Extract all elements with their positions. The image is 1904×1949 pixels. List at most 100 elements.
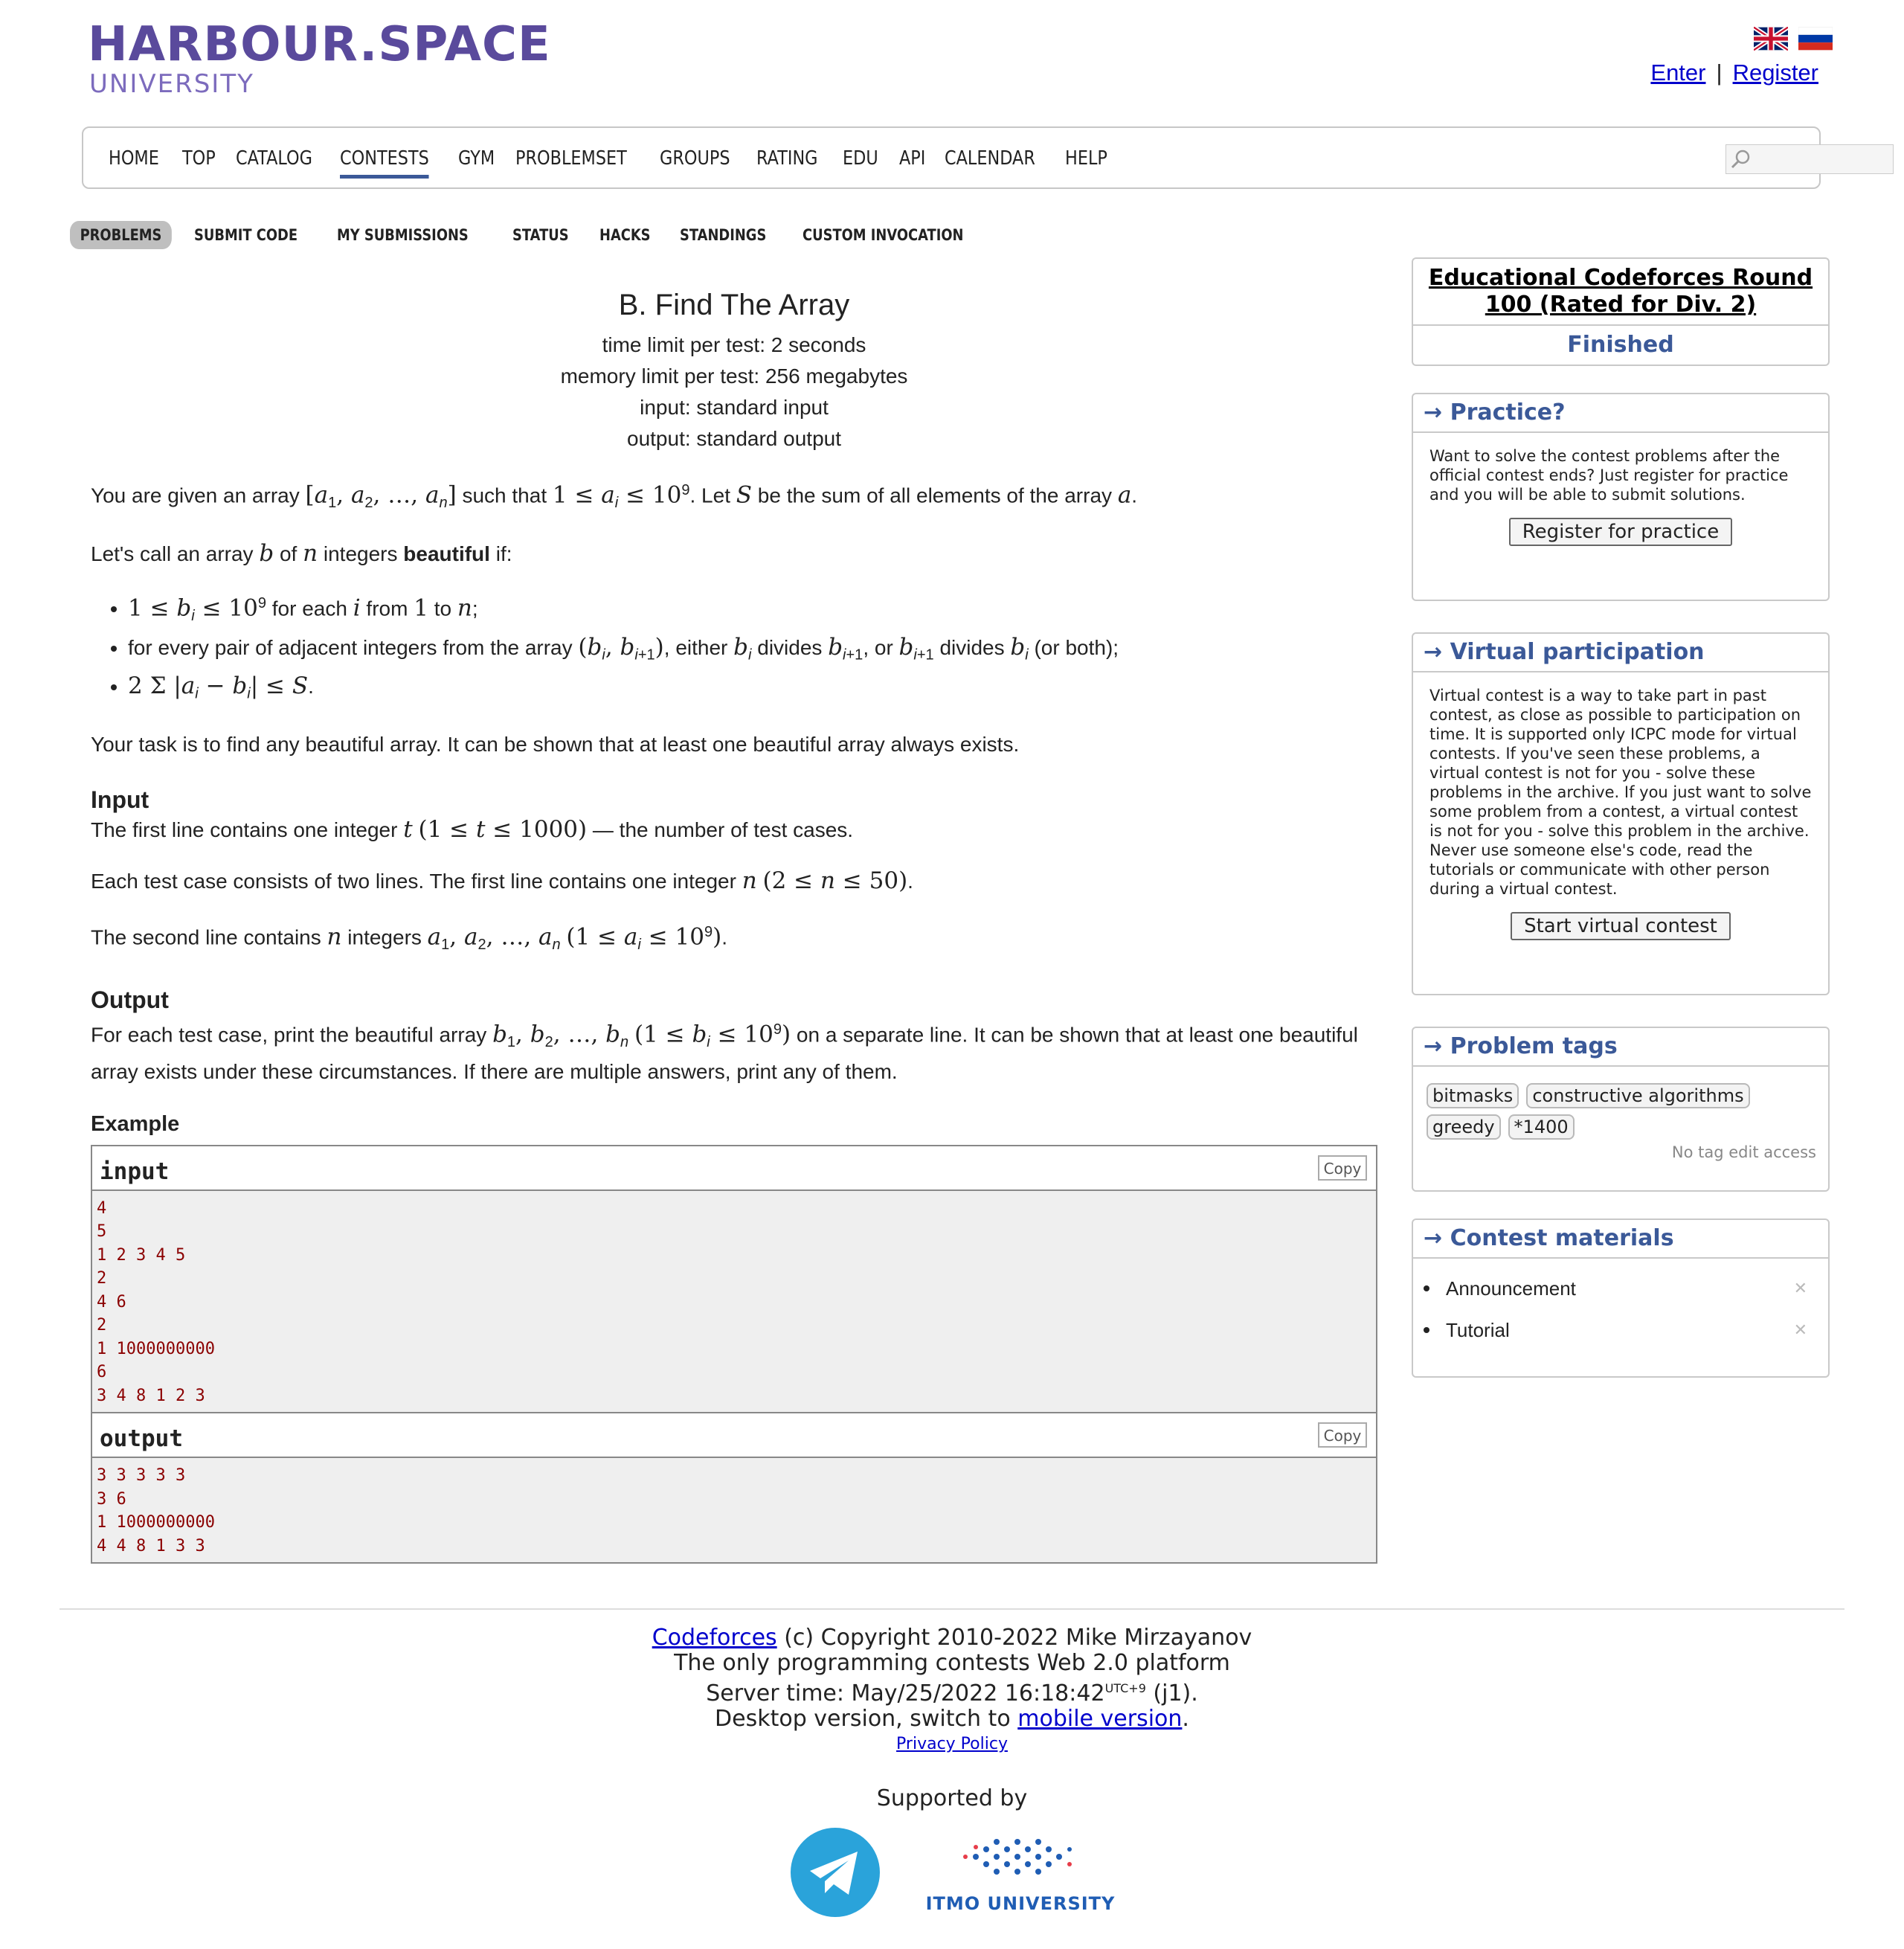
material-announcement[interactable]: Announcement ✕ [1413, 1268, 1828, 1309]
legend-paragraph-2: Let's call an array b of n integers beau… [91, 539, 512, 567]
nav-problemset[interactable]: PROBLEMSET [515, 147, 627, 170]
input-line-3: The second line contains n integers a1, … [91, 923, 728, 953]
mobile-version-link[interactable]: mobile version [1017, 1706, 1182, 1732]
virtual-text: Virtual contest is a way to take part in… [1429, 687, 1812, 898]
tags-list: bitmasks constructive algorithms greedy … [1427, 1083, 1754, 1140]
close-icon: ✕ [1793, 1320, 1807, 1339]
nav-rating[interactable]: RATING [756, 147, 818, 170]
contest-status: Finished [1567, 332, 1674, 358]
nav-calendar[interactable]: CALENDAR [945, 147, 1035, 170]
contest-info-box: Educational Codeforces Round 100 (Rated … [1412, 257, 1830, 366]
logo-sub: UNIVERSITY [89, 69, 254, 99]
footer-privacy: Privacy Policy [0, 1732, 1904, 1757]
virtual-box: → Virtual participation Virtual contest … [1412, 632, 1830, 995]
nav-api[interactable]: API [899, 147, 925, 170]
sample-output-header: output Copy [92, 1412, 1376, 1459]
supported-by: Supported by ITMO UNIVERSITY [0, 1785, 1904, 1919]
virtual-title: → Virtual participation [1413, 634, 1828, 672]
practice-text: Want to solve the contest problems after… [1429, 447, 1789, 504]
problem-title: B. Find The Array [618, 289, 850, 321]
footer-divider [60, 1608, 1844, 1610]
tab-standings[interactable]: STANDINGS [680, 226, 766, 244]
practice-body: Want to solve the contest problems after… [1413, 433, 1828, 559]
input-spec: input: standard input [640, 396, 829, 419]
copy-output-button[interactable]: Copy [1318, 1422, 1367, 1448]
telegram-logo-icon[interactable] [789, 1826, 881, 1919]
condition-2: for every pair of adjacent integers from… [128, 632, 1377, 670]
problem-limits: time limit per test: 2 seconds memory li… [91, 330, 1377, 455]
conditions-list: 1 ≤ bi ≤ 109 for each i from 1 to n; for… [91, 588, 1377, 709]
tab-my-submissions[interactable]: MY SUBMISSIONS [337, 226, 469, 244]
privacy-policy-link[interactable]: Privacy Policy [896, 1735, 1008, 1753]
tag-constructive[interactable]: constructive algorithms [1526, 1083, 1750, 1108]
time-limit: time limit per test: 2 seconds [602, 333, 866, 356]
problem-tabs: PROBLEMS SUBMIT CODE MY SUBMISSIONS STAT… [70, 220, 1013, 250]
tag-bitmasks[interactable]: bitmasks [1427, 1083, 1519, 1108]
tab-status[interactable]: STATUS [512, 226, 569, 244]
sponsor-logos: ITMO UNIVERSITY [0, 1826, 1904, 1919]
nav-top[interactable]: TOP [182, 147, 216, 170]
codeforces-link[interactable]: Codeforces [652, 1625, 777, 1651]
sample-input-label: input [100, 1157, 170, 1185]
condition-3: 2 Σ |ai − bi| ≤ S. [128, 671, 1377, 709]
uk-flag-icon[interactable] [1754, 27, 1788, 51]
footer-copyright-line: Codeforces (c) Copyright 2010-2022 Mike … [652, 1625, 1252, 1651]
start-virtual-button[interactable]: Start virtual contest [1511, 912, 1731, 940]
copy-input-button[interactable]: Copy [1318, 1155, 1367, 1181]
contest-name-link[interactable]: Educational Codeforces Round 100 (Rated … [1429, 265, 1813, 318]
enter-link[interactable]: Enter [1650, 60, 1705, 86]
practice-title: → Practice? [1413, 394, 1828, 433]
legend-paragraph-1: You are given an array [a1, a2, …, an] s… [91, 481, 1138, 511]
search-input[interactable] [1726, 144, 1894, 174]
nav-catalog[interactable]: CATALOG [236, 147, 312, 170]
itmo-logo[interactable]: ITMO UNIVERSITY [926, 1831, 1116, 1914]
close-icon: ✕ [1793, 1279, 1807, 1297]
materials-box: → Contest materials Announcement ✕ Tutori… [1412, 1218, 1830, 1378]
nav-contests[interactable]: CONTESTS [339, 147, 429, 179]
output-spec: output: standard output [627, 427, 841, 450]
tags-body: bitmasks constructive algorithms greedy … [1413, 1067, 1828, 1168]
footer-desktop-line: Desktop version, switch to mobile versio… [715, 1706, 1189, 1732]
language-flags [1754, 27, 1833, 51]
materials-title: → Contest materials [1413, 1220, 1828, 1259]
nav-groups[interactable]: GROUPS [660, 147, 730, 170]
tag-greedy[interactable]: greedy [1427, 1114, 1501, 1140]
supported-by-label: Supported by [876, 1785, 1028, 1811]
tab-hacks[interactable]: HACKS [599, 226, 651, 244]
auth-separator: | [1716, 60, 1723, 86]
tab-problems[interactable]: PROBLEMS [70, 221, 172, 249]
nav-edu[interactable]: EDU [843, 147, 878, 170]
tags-title: → Problem tags [1413, 1028, 1828, 1067]
russia-flag-icon[interactable] [1798, 27, 1833, 51]
task-paragraph: Your task is to find any beautiful array… [91, 733, 1020, 757]
page: HARBOUR.SPACE UNIVERSITY Enter | Registe… [0, 0, 1904, 1949]
input-section-title: Input [91, 786, 149, 814]
footer-platform: The only programming contests Web 2.0 pl… [674, 1650, 1230, 1676]
logo-main[interactable]: HARBOUR.SPACE [88, 21, 551, 68]
input-line-1: The first line contains one integer t (1… [91, 816, 854, 844]
sample-output: 3 3 3 3 3 3 6 1 1000000000 4 4 8 1 3 3 [92, 1458, 1376, 1563]
nav-home[interactable]: HOME [109, 147, 159, 170]
sample-output-label: output [100, 1425, 183, 1453]
condition-1: 1 ≤ bi ≤ 109 for each i from 1 to n; [128, 588, 1377, 631]
tab-custom-invocation[interactable]: CUSTOM INVOCATION [803, 226, 963, 244]
nav-gym[interactable]: GYM [458, 147, 495, 170]
nav-help[interactable]: HELP [1065, 147, 1107, 170]
itmo-dots-icon [962, 1839, 1072, 1875]
tags-note: No tag edit access [1671, 1143, 1816, 1161]
memory-limit: memory limit per test: 256 megabytes [560, 365, 908, 388]
footer-server-time: Server time: May/25/2022 16:18:42UTC+9 (… [706, 1680, 1198, 1706]
footer: Codeforces (c) Copyright 2010-2022 Mike … [0, 1625, 1904, 1757]
materials-list: Announcement ✕ Tutorial ✕ [1413, 1268, 1828, 1351]
register-link[interactable]: Register [1733, 60, 1818, 86]
tab-submit-code[interactable]: SUBMIT CODE [194, 226, 298, 244]
tag-difficulty[interactable]: *1400 [1508, 1114, 1575, 1140]
legend: You are given an array [a1, a2, …, an] s… [91, 475, 1377, 1564]
sample-input-header: input Copy [92, 1146, 1376, 1191]
output-line: For each test case, print the beautiful … [91, 1021, 1358, 1083]
material-tutorial[interactable]: Tutorial ✕ [1413, 1309, 1828, 1351]
practice-box: → Practice? Want to solve the contest pr… [1412, 393, 1830, 601]
sample-input: 4 5 1 2 3 4 5 2 4 6 2 1 1000000000 6 3 4… [92, 1190, 1376, 1413]
register-practice-button[interactable]: Register for practice [1508, 518, 1733, 546]
sample-tests: input Copy 4 5 1 2 3 4 5 2 4 6 2 1 10000… [91, 1144, 1377, 1564]
